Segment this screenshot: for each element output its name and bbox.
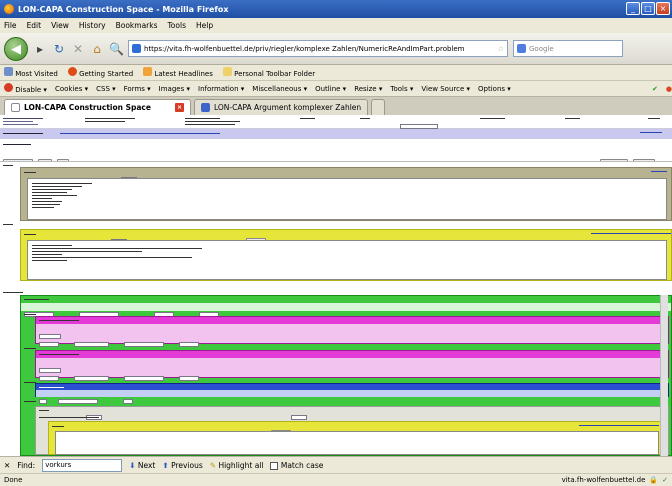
new-tab-button[interactable] — [371, 99, 386, 115]
window-title: LON-CAPA Construction Space - Mozilla Fi… — [18, 4, 229, 14]
dev-information[interactable]: Information ▾ — [198, 85, 244, 93]
dev-resize[interactable]: Resize ▾ — [354, 85, 382, 93]
forward-button[interactable]: ▸ — [33, 42, 47, 56]
star-icon[interactable]: ☆ — [498, 45, 504, 53]
menu-file[interactable]: File — [4, 21, 17, 30]
arrow-up-icon: ⬆ — [162, 460, 169, 470]
zoom-icon[interactable]: 🔍 — [109, 42, 124, 56]
rss-icon — [143, 67, 153, 76]
tab-bar: LON-CAPA Construction Space × LON-CAPA A… — [0, 97, 672, 115]
find-label: Find: — [17, 460, 36, 470]
hint-textarea[interactable] — [55, 431, 659, 455]
find-bar: ✕ Find: vorkurs ⬇ Next ⬆ Previous ✎ High… — [0, 456, 672, 473]
textline-block — [35, 383, 669, 404]
bookmark-personal-toolbar[interactable]: Personal Toolbar Folder — [222, 67, 315, 78]
status-bar: Done vita.fh-wolfenbuettel.de 🔒 ✓ — [0, 473, 672, 486]
navigation-toolbar: ◀ ▸ ↻ ✕ ⌂ 🔍 https://vita.fh-wolfenbuette… — [0, 33, 672, 65]
dev-css[interactable]: CSS ▾ — [96, 85, 116, 93]
check-icon: ✔ — [652, 84, 658, 93]
window-controls: _ □ × — [626, 2, 670, 15]
back-button[interactable]: ◀ — [4, 36, 28, 61]
menu-history[interactable]: History — [79, 21, 106, 30]
folder-icon — [222, 67, 232, 76]
menu-tools[interactable]: Tools — [168, 21, 186, 30]
text-block — [20, 229, 672, 281]
stop-icon[interactable]: ✕ — [71, 42, 85, 56]
find-next-button[interactable]: ⬇ Next — [129, 461, 155, 470]
problem-editing-bar — [0, 139, 672, 149]
menu-bar: File Edit View History Bookmarks Tools H… — [0, 18, 672, 33]
bookmarks-toolbar: Most Visited Getting Started Latest Head… — [0, 65, 672, 81]
tab-construction-space[interactable]: LON-CAPA Construction Space × — [4, 99, 191, 115]
close-button[interactable]: × — [656, 2, 670, 15]
highlight-icon: ✎ — [209, 460, 217, 470]
find-previous-button[interactable]: ⬆ Previous — [162, 461, 202, 470]
page-content — [0, 115, 672, 456]
lon-capa-header — [0, 115, 672, 129]
dev-forms[interactable]: Forms ▾ — [124, 85, 151, 93]
numerical-hint-block — [35, 316, 669, 347]
close-tab-icon[interactable]: × — [174, 103, 184, 112]
construction-space-bar — [0, 129, 672, 139]
highlight-all-button[interactable]: ✎ Highlight all — [210, 461, 264, 470]
url-bar[interactable]: https://vita.fh-wolfenbuettel.de/priv/ri… — [128, 40, 508, 57]
minimize-button[interactable]: _ — [626, 2, 640, 15]
page-scrollbar[interactable] — [660, 295, 668, 456]
firefox-icon — [4, 4, 14, 14]
dev-outline[interactable]: Outline ▾ — [315, 85, 346, 93]
bookmark-most-visited[interactable]: Most Visited — [4, 67, 58, 78]
bookmark-getting-started[interactable]: Getting Started — [67, 67, 133, 78]
menu-view[interactable]: View — [51, 21, 69, 30]
addon-icon: ✓ — [662, 476, 668, 484]
dev-misc[interactable]: Miscellaneous ▾ — [252, 85, 307, 93]
close-find-icon[interactable]: ✕ — [4, 461, 10, 470]
lon-capa-icon — [200, 103, 210, 112]
hint-text-block — [48, 421, 666, 455]
script-block — [20, 167, 672, 221]
dev-images[interactable]: Images ▾ — [159, 85, 190, 93]
editor-buttons — [0, 149, 672, 166]
arrow-down-icon: ⬇ — [129, 460, 136, 470]
hintgroup-block — [35, 406, 669, 455]
developer-toolbar: Disable ▾ Cookies ▾ CSS ▾ Forms ▾ Images… — [0, 81, 672, 97]
menu-bookmarks[interactable]: Bookmarks — [116, 21, 158, 30]
menu-help[interactable]: Help — [196, 21, 213, 30]
bookmark-latest-headlines[interactable]: Latest Headlines — [143, 67, 213, 78]
status-domain: vita.fh-wolfenbuettel.de — [561, 476, 646, 484]
dev-cookies[interactable]: Cookies ▾ — [55, 85, 88, 93]
find-input[interactable]: vorkurs — [42, 458, 123, 472]
window-titlebar: LON-CAPA Construction Space - Mozilla Fi… — [0, 0, 672, 18]
dev-options[interactable]: Options ▾ — [478, 85, 511, 93]
script-textarea[interactable] — [27, 178, 667, 220]
insert-row — [0, 221, 672, 234]
page-icon — [11, 103, 20, 112]
numerical-hint-block-2 — [35, 350, 669, 381]
site-icon — [132, 44, 141, 53]
text-textarea[interactable] — [27, 240, 667, 280]
tab-argument-komplexer[interactable]: LON-CAPA Argument komplexer Zahlen — [193, 99, 369, 115]
google-icon — [517, 44, 526, 53]
error-icon: ● — [665, 84, 672, 93]
url-text: https://vita.fh-wolfenbuettel.de/priv/ri… — [144, 44, 465, 53]
response-block — [20, 295, 672, 456]
dev-disable[interactable]: Disable ▾ — [4, 83, 47, 94]
search-input[interactable]: Google — [513, 40, 623, 57]
lock-icon: 🔒 — [649, 476, 659, 484]
match-case-checkbox[interactable]: Match case — [270, 461, 323, 470]
insert-row — [0, 281, 672, 294]
dev-viewsource[interactable]: View Source ▾ — [421, 85, 470, 93]
folder-icon — [4, 67, 13, 76]
menu-edit[interactable]: Edit — [27, 21, 42, 30]
firefox-icon — [67, 67, 77, 76]
maximize-button[interactable]: □ — [641, 2, 655, 15]
dev-tools[interactable]: Tools ▾ — [390, 85, 413, 93]
reload-icon[interactable]: ↻ — [52, 42, 66, 56]
status-text: Done — [4, 476, 23, 484]
home-icon[interactable]: ⌂ — [90, 42, 104, 56]
